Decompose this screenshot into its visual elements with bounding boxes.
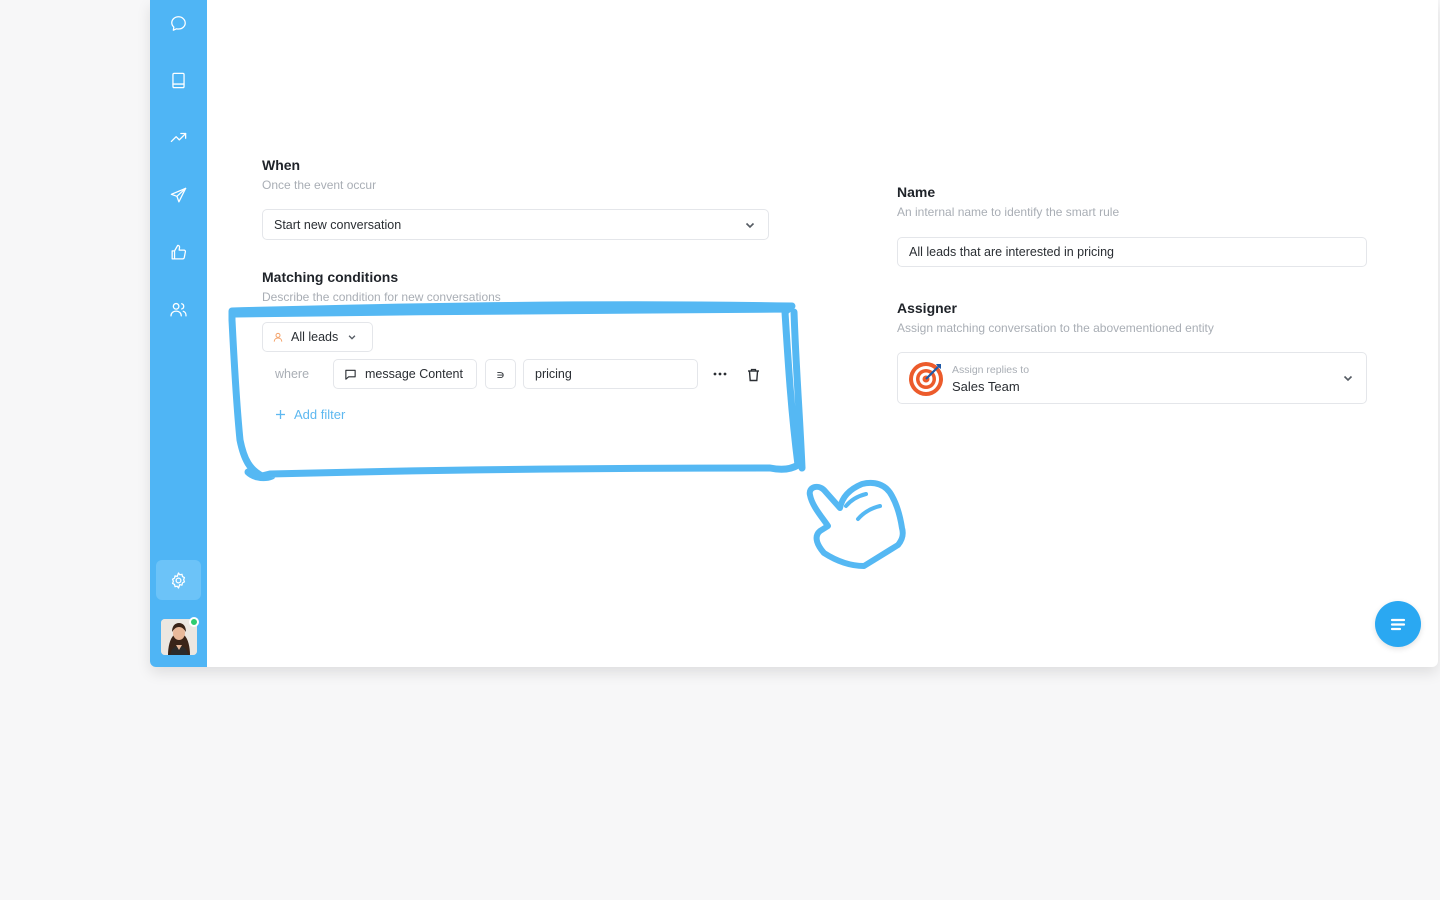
chevron-down-icon <box>348 335 356 340</box>
message-icon <box>345 369 356 380</box>
chat-launcher-button[interactable] <box>1375 601 1421 647</box>
event-select[interactable]: Start new conversation <box>262 209 769 240</box>
assigner-select[interactable]: Assign replies to Sales Team <box>897 352 1367 404</box>
send-icon <box>170 187 187 202</box>
gear-icon <box>171 571 186 589</box>
sidebar-item-knowledge[interactable] <box>156 60 201 100</box>
more-options-button[interactable] <box>710 366 730 382</box>
sidebar-item-conversations[interactable] <box>156 3 201 43</box>
filter-operator-select[interactable]: ∍ <box>485 359 516 389</box>
when-title: When <box>262 157 301 173</box>
segment-select-value: All leads <box>291 330 339 344</box>
rule-name-value: All leads that are interested in pricing <box>909 245 1114 259</box>
sidebar-item-settings[interactable] <box>156 560 201 600</box>
assigner-title: Assigner <box>897 300 957 316</box>
app-window: When Once the event occur Start new conv… <box>150 0 1438 667</box>
where-label: where <box>275 367 310 381</box>
more-horizontal-icon <box>713 372 727 376</box>
sidebar-item-campaigns[interactable] <box>156 175 201 215</box>
trash-icon <box>747 368 759 382</box>
rule-name-input[interactable]: All leads that are interested in pricing <box>897 237 1367 267</box>
book-icon <box>172 72 185 88</box>
filter-field-select[interactable]: message Content <box>333 359 477 389</box>
name-subtitle: An internal name to identify the smart r… <box>897 205 1120 219</box>
name-title: Name <box>897 184 936 200</box>
chevron-down-icon <box>1342 372 1354 384</box>
sidebar-item-contacts[interactable] <box>156 289 201 329</box>
sidebar-item-analytics[interactable] <box>156 117 201 157</box>
assigner-subtitle: Assign matching conversation to the abov… <box>897 321 1214 335</box>
event-select-value: Start new conversation <box>274 217 402 232</box>
sidebar <box>150 0 207 667</box>
filter-value-input[interactable]: pricing <box>523 359 698 389</box>
chevron-down-icon <box>744 219 756 231</box>
conditions-subtitle: Describe the condition for new conversat… <box>262 290 501 304</box>
filter-value-text: pricing <box>535 367 572 381</box>
chat-lines-icon <box>1390 618 1406 631</box>
users-icon <box>170 302 187 316</box>
filter-operator-value: ∍ <box>496 367 505 382</box>
when-subtitle: Once the event occur <box>262 178 377 192</box>
sidebar-item-feedback[interactable] <box>156 232 201 272</box>
assigner-caption: Assign replies to <box>952 364 1030 376</box>
filter-field-value: message Content <box>365 367 463 381</box>
user-icon <box>273 332 283 342</box>
add-filter-label: Add filter <box>294 407 346 422</box>
add-filter-button[interactable]: Add filter <box>275 407 345 422</box>
plus-icon <box>276 410 285 419</box>
assigner-value: Sales Team <box>952 379 1020 394</box>
target-icon <box>909 362 943 396</box>
chat-bubble-icon <box>171 15 186 31</box>
delete-filter-button[interactable] <box>744 366 762 384</box>
trending-up-icon <box>170 132 187 142</box>
online-status-dot <box>189 617 199 627</box>
segment-select[interactable]: All leads <box>262 322 373 352</box>
conditions-title: Matching conditions <box>262 269 399 285</box>
thumbs-up-icon <box>171 244 187 259</box>
